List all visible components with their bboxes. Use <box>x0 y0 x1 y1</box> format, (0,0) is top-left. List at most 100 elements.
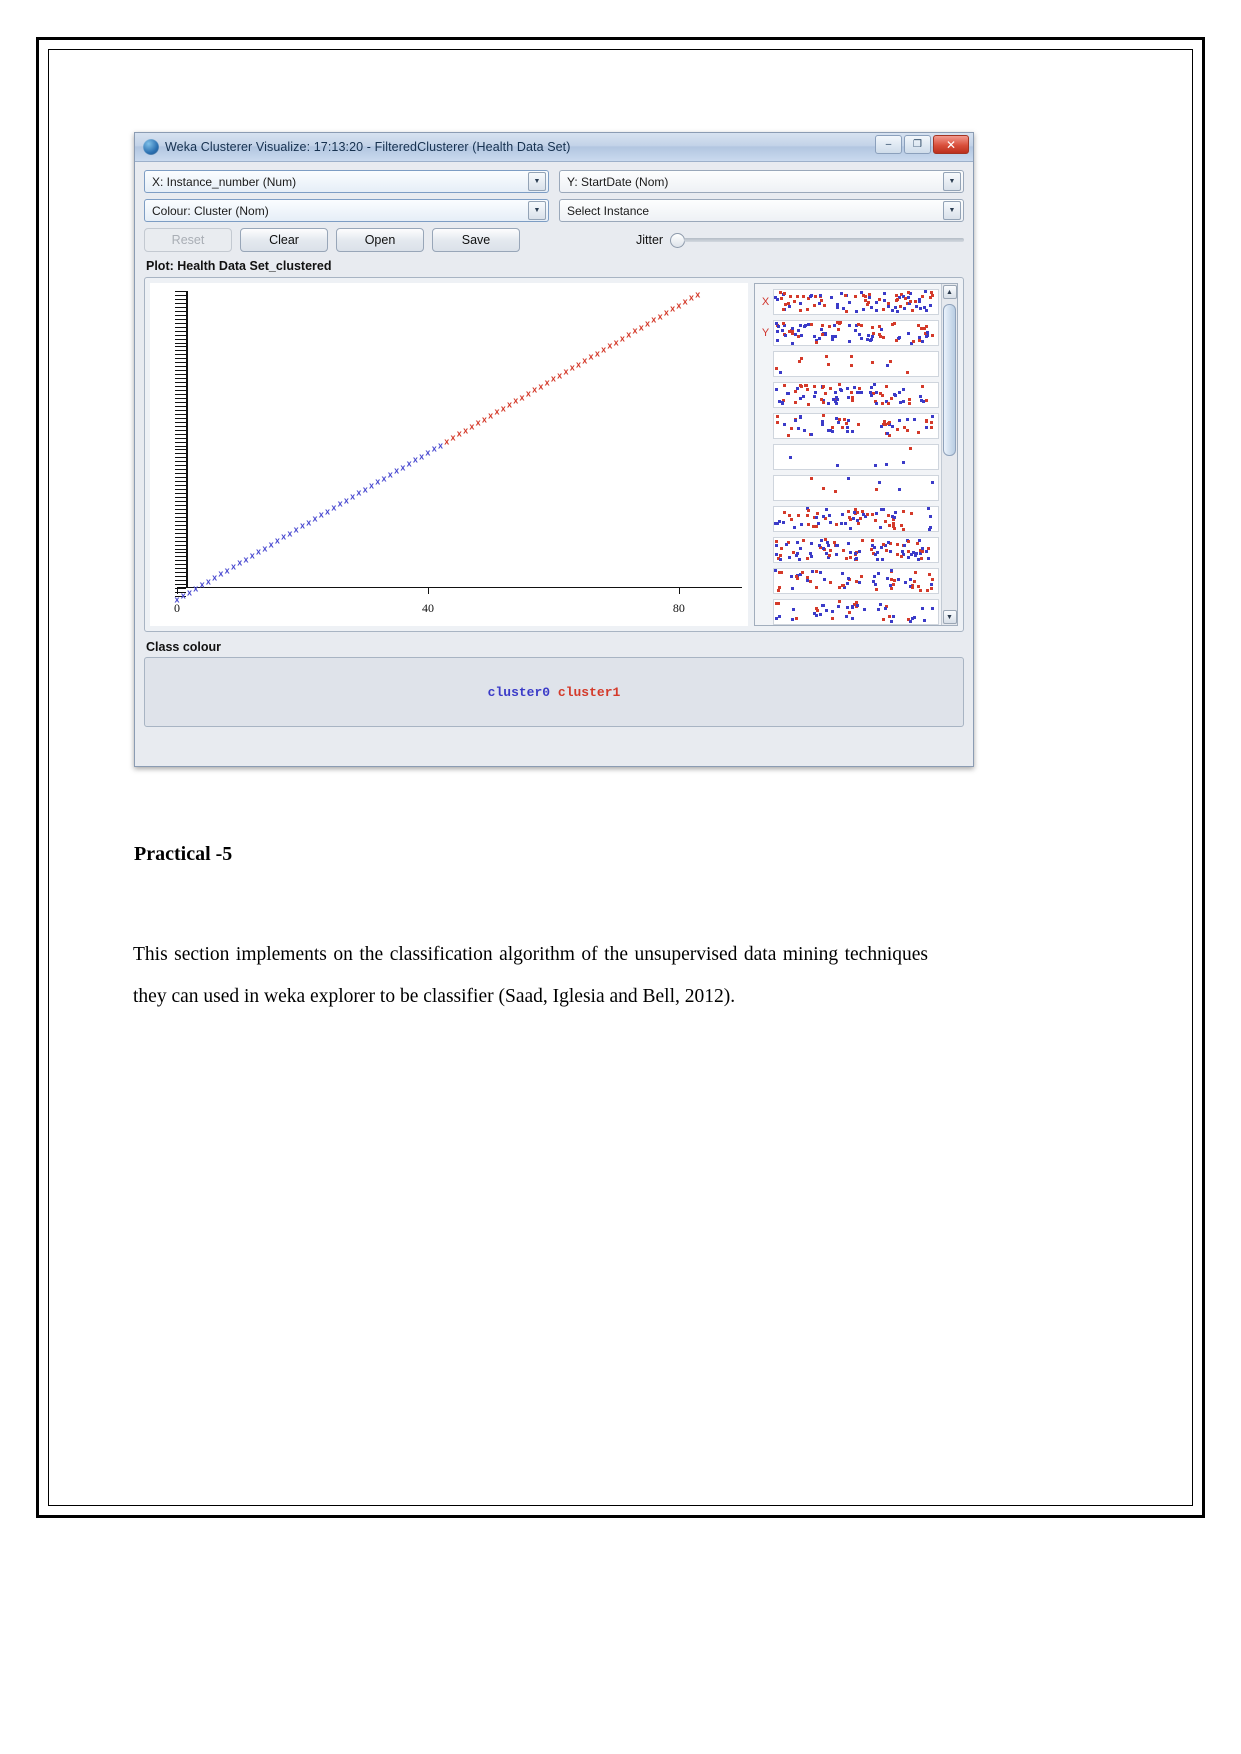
attribute-strip-row[interactable] <box>758 443 939 471</box>
attribute-dot <box>896 578 900 582</box>
y-axis-select-value: Y: StartDate (Nom) <box>567 174 669 189</box>
scatter-point: x <box>212 572 218 583</box>
attribute-dot <box>800 523 804 527</box>
attribute-dot <box>829 581 833 585</box>
attribute-strip-row[interactable]: X <box>758 288 939 316</box>
attribute-dot <box>909 300 913 304</box>
attribute-dot <box>860 324 864 328</box>
attribute-dot <box>846 605 850 609</box>
chevron-down-icon[interactable]: ▼ <box>943 201 961 220</box>
attribute-strip-row[interactable] <box>758 474 939 502</box>
attribute-dot <box>898 401 902 405</box>
chevron-down-icon[interactable]: ▼ <box>528 172 546 191</box>
y-axis-select[interactable]: Y: StartDate (Nom) ▼ <box>559 170 964 193</box>
attribute-strip[interactable] <box>773 413 939 439</box>
attribute-strip[interactable] <box>773 444 939 470</box>
jitter-slider-handle[interactable] <box>670 232 686 248</box>
attribute-dot <box>874 401 878 405</box>
attribute-strip[interactable] <box>773 382 939 408</box>
attribute-dot <box>855 604 859 608</box>
attribute-scrollbar[interactable]: ▲ ▼ <box>941 284 957 625</box>
attribute-dot <box>920 557 924 561</box>
attribute-dot <box>840 512 844 516</box>
attribute-dot <box>780 402 784 406</box>
attribute-strip-row[interactable]: Y <box>758 319 939 347</box>
attribute-dot <box>903 296 907 300</box>
attribute-dot <box>805 578 809 582</box>
attribute-dot <box>897 419 901 423</box>
legend-cluster0[interactable]: cluster0 <box>488 685 550 700</box>
attribute-dot <box>826 401 830 405</box>
save-button[interactable]: Save <box>432 228 520 252</box>
reset-button[interactable]: Reset <box>144 228 232 252</box>
attribute-dot <box>895 543 899 547</box>
attribute-strip[interactable] <box>773 506 939 532</box>
scatter-point: x <box>343 495 349 506</box>
scatter-point: x <box>582 355 588 366</box>
attribute-dot <box>830 610 834 614</box>
attribute-dot <box>819 539 823 543</box>
attribute-dot <box>830 335 834 339</box>
open-button[interactable]: Open <box>336 228 424 252</box>
attribute-dot <box>931 606 935 610</box>
close-button[interactable]: ✕ <box>933 135 969 154</box>
attribute-strip-row[interactable] <box>758 536 939 564</box>
attribute-strip[interactable] <box>773 599 939 625</box>
attribute-strip[interactable] <box>773 568 939 594</box>
chevron-down-icon[interactable]: ▼ <box>528 201 546 220</box>
attribute-strip-row[interactable] <box>758 412 939 440</box>
jitter-slider-track[interactable] <box>684 238 964 242</box>
attribute-dot <box>883 292 887 296</box>
attribute-strip-row[interactable] <box>758 567 939 595</box>
attribute-strip[interactable] <box>773 537 939 563</box>
attribute-dot <box>875 308 879 312</box>
attribute-strip-row[interactable] <box>758 350 939 378</box>
attribute-dot <box>836 544 840 548</box>
attribute-strip[interactable] <box>773 320 939 346</box>
scatter-plot-canvas[interactable]: 0 40 80 xxxxxxxxxxxxxxxxxxxxxxxxxxxxxxxxxx… <box>150 283 748 626</box>
attribute-dot <box>838 388 842 392</box>
attribute-dot <box>868 296 871 300</box>
attribute-dot <box>820 299 824 303</box>
attribute-dot <box>873 518 877 522</box>
clear-button[interactable]: Clear <box>240 228 328 252</box>
attribute-strip[interactable] <box>773 289 939 315</box>
attribute-strip-row[interactable] <box>758 505 939 533</box>
attribute-dot <box>915 304 919 308</box>
x-axis-select[interactable]: X: Instance_number (Num) ▼ <box>144 170 549 193</box>
attribute-dot <box>926 556 930 560</box>
attribute-strip[interactable] <box>773 351 939 377</box>
attribute-dot <box>811 524 815 528</box>
attribute-strip-row[interactable] <box>758 381 939 409</box>
chevron-down-icon[interactable]: ▼ <box>943 172 961 191</box>
attribute-strip-row[interactable] <box>758 598 939 625</box>
scatter-point: x <box>500 403 506 414</box>
select-instance-select[interactable]: Select Instance ▼ <box>559 199 964 222</box>
maximize-button[interactable]: ❐ <box>904 135 931 154</box>
scatter-point: x <box>412 454 418 465</box>
attribute-dot <box>846 430 850 434</box>
attribute-dot <box>906 295 910 299</box>
attribute-dot <box>843 293 847 297</box>
scrollbar-thumb[interactable] <box>943 304 956 456</box>
attribute-strip[interactable] <box>773 475 939 501</box>
legend-cluster1[interactable]: cluster1 <box>558 685 620 700</box>
attribute-dot <box>806 388 810 392</box>
attribute-dot <box>781 521 785 525</box>
attribute-dot <box>777 324 781 328</box>
minimize-button[interactable]: – <box>875 135 902 154</box>
attribute-dot <box>920 606 924 610</box>
attribute-dot <box>789 427 793 431</box>
scatter-point: x <box>626 329 632 340</box>
attribute-dot <box>848 301 852 305</box>
scroll-down-button[interactable]: ▼ <box>942 610 957 624</box>
attribute-dot <box>877 481 881 485</box>
scroll-up-button[interactable]: ▲ <box>942 285 957 299</box>
attribute-dot <box>922 327 926 331</box>
scatter-point: x <box>594 348 600 359</box>
attribute-dot <box>778 585 782 589</box>
colour-select[interactable]: Colour: Cluster (Nom) ▼ <box>144 199 549 222</box>
attribute-dot <box>900 550 904 554</box>
attribute-dot <box>906 290 910 294</box>
attribute-dot <box>824 538 828 542</box>
